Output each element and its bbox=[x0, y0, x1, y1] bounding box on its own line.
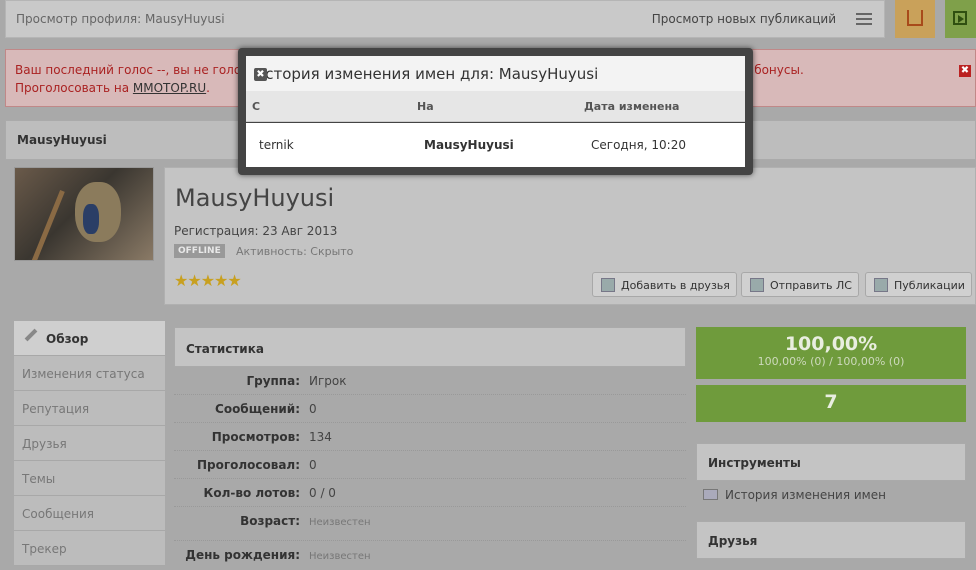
stats-key: Кол-во лотов: bbox=[203, 486, 300, 500]
stats-row: Просмотров: 134 bbox=[174, 423, 686, 451]
tools-title: Инструменты bbox=[708, 456, 801, 470]
alert-text-left: Ваш последний голос --, вы не голосов bbox=[15, 63, 263, 77]
stats-key: Проголосовал: bbox=[196, 458, 300, 472]
stats-value: Неизвестен bbox=[309, 517, 371, 528]
publications-label: Публикации bbox=[894, 279, 965, 292]
alert-close-icon[interactable]: ✖ bbox=[959, 65, 971, 77]
friends-title: Друзья bbox=[708, 534, 758, 548]
change-date: Сегодня, 10:20 bbox=[591, 138, 686, 152]
nav-item-friends[interactable]: Друзья bbox=[14, 426, 165, 461]
profile-info: MausyHuyusi Регистрация: 23 Авг 2013 OFF… bbox=[164, 167, 976, 305]
name-history-link[interactable]: История изменения имен bbox=[703, 488, 886, 502]
stats-key: Сообщений: bbox=[215, 402, 300, 416]
stats-key: Просмотров: bbox=[211, 430, 300, 444]
modal-table-header: С На Дата изменена bbox=[246, 91, 745, 122]
pencil-icon bbox=[24, 328, 38, 342]
stats-value: Неизвестен bbox=[309, 551, 371, 562]
stats-row: День рождения: Неизвестен bbox=[174, 541, 686, 569]
registration-date: Регистрация: 23 Авг 2013 bbox=[174, 224, 338, 238]
nav-item-tracker[interactable]: Трекер bbox=[14, 531, 165, 566]
avatar-stick bbox=[30, 189, 65, 260]
status-badge: OFFLINE bbox=[174, 244, 225, 258]
table-row: ternik MausyHuyusi Сегодня, 10:20 bbox=[246, 123, 745, 167]
reputation-percent-box: 100,00% 100,00% (0) / 100,00% (0) bbox=[696, 327, 966, 379]
modal-title: История изменения имен для: MausyHuyusi bbox=[254, 65, 599, 83]
modal-title-bar: История изменения имен для: MausyHuyusi … bbox=[246, 56, 745, 91]
play-button[interactable] bbox=[945, 0, 976, 38]
stats-row: Проголосовал: 0 bbox=[174, 451, 686, 479]
column-date: Дата изменена bbox=[584, 100, 680, 113]
tools-header: Инструменты bbox=[696, 443, 966, 481]
stats-value: 0 bbox=[309, 458, 317, 472]
column-to: На bbox=[417, 100, 434, 113]
name-history-label: История изменения имен bbox=[725, 488, 886, 502]
column-from: С bbox=[252, 100, 261, 113]
breadcrumb[interactable]: Просмотр профиля: MausyHuyusi bbox=[16, 12, 225, 26]
document-icon bbox=[874, 278, 888, 292]
send-pm-label: Отправить ЛС bbox=[770, 279, 852, 292]
nav-item-status-changes[interactable]: Изменения статуса bbox=[14, 356, 165, 391]
stats-row: Кол-во лотов: 0 / 0 bbox=[174, 479, 686, 507]
profile-nav: Обзор Изменения статуса Репутация Друзья… bbox=[14, 321, 165, 566]
add-user-icon bbox=[601, 278, 615, 292]
add-friend-label: Добавить в друзья bbox=[621, 279, 730, 292]
message-icon bbox=[750, 278, 764, 292]
stats-key: Группа: bbox=[246, 374, 300, 388]
new-name: MausyHuyusi bbox=[424, 138, 514, 152]
play-icon bbox=[953, 11, 967, 25]
nav-label: Обзор bbox=[46, 332, 89, 346]
profile-name: MausyHuyusi bbox=[175, 184, 335, 212]
mmotop-link[interactable]: MMOTOP.RU bbox=[133, 81, 206, 95]
stats-row: Группа: Игрок bbox=[174, 367, 686, 395]
percent-detail: 100,00% (0) / 100,00% (0) bbox=[757, 355, 905, 368]
alert-suffix: . bbox=[206, 81, 210, 95]
nav-item-topics[interactable]: Темы bbox=[14, 461, 165, 496]
percent-value: 100,00% bbox=[784, 333, 878, 355]
new-publications-link[interactable]: Просмотр новых публикаций bbox=[652, 12, 836, 26]
alert-vote-prefix: Проголосовать на bbox=[15, 81, 133, 95]
stats-value: Игрок bbox=[309, 374, 347, 388]
count-box: 7 bbox=[696, 385, 966, 422]
nav-item-overview[interactable]: Обзор bbox=[14, 321, 165, 356]
stats-row: Возраст: Неизвестен bbox=[174, 507, 686, 541]
thumbs-up-button[interactable] bbox=[895, 0, 935, 38]
old-name: ternik bbox=[259, 138, 294, 152]
avatar[interactable] bbox=[14, 167, 154, 261]
stats-row: Сообщений: 0 bbox=[174, 395, 686, 423]
name-history-modal: История изменения имен для: MausyHuyusi … bbox=[238, 48, 753, 175]
stats-key: Возраст: bbox=[240, 514, 300, 528]
stats-header: Статистика bbox=[174, 327, 686, 367]
id-card-icon bbox=[703, 489, 718, 500]
stats-key: День рождения: bbox=[185, 548, 300, 562]
activity-text: Активность: Скрыто bbox=[236, 245, 354, 258]
nav-item-posts[interactable]: Сообщения bbox=[14, 496, 165, 531]
nav-item-reputation[interactable]: Репутация bbox=[14, 391, 165, 426]
avatar-nose bbox=[83, 204, 99, 234]
stats-title: Статистика bbox=[186, 342, 264, 356]
top-bar: Просмотр профиля: MausyHuyusi Просмотр н… bbox=[5, 0, 885, 38]
stats-value: 0 bbox=[309, 402, 317, 416]
send-pm-button[interactable]: Отправить ЛС bbox=[741, 272, 859, 297]
publications-button[interactable]: Публикации bbox=[865, 272, 972, 297]
friends-header: Друзья bbox=[696, 521, 966, 559]
close-icon[interactable]: ✖ bbox=[254, 68, 267, 81]
add-friend-button[interactable]: Добавить в друзья bbox=[592, 272, 737, 297]
thumbs-up-icon bbox=[907, 10, 923, 26]
list-icon[interactable] bbox=[856, 13, 872, 25]
stats-value: 0 / 0 bbox=[309, 486, 336, 500]
stats-value: 134 bbox=[309, 430, 332, 444]
profile-header-title: MausyHuyusi bbox=[17, 133, 107, 147]
rating-stars-icon: ★★★★★ bbox=[174, 271, 242, 290]
